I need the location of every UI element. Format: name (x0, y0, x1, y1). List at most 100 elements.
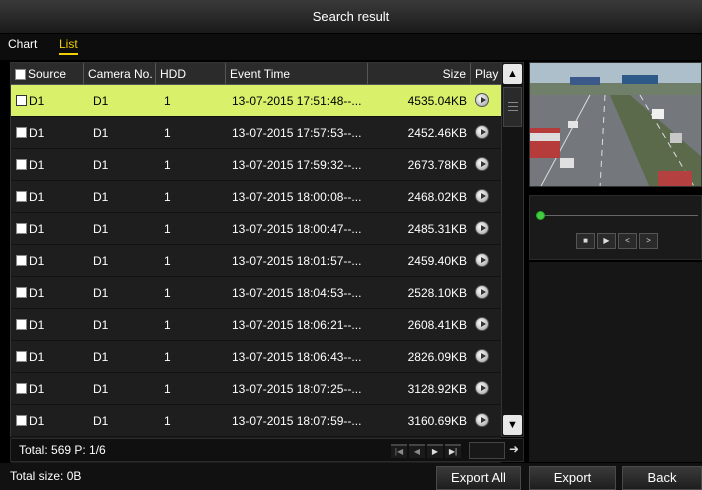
event-time-value: 13-07-2015 17:51:48--... (232, 93, 362, 108)
step-back-icon[interactable]: < (618, 233, 637, 249)
row-play (471, 117, 501, 149)
export-button[interactable]: Export (529, 466, 616, 490)
row-source: D1 (11, 245, 84, 277)
source-value: D1 (29, 221, 45, 236)
chevron-down-icon[interactable]: ▼ (503, 415, 522, 435)
page-number-input[interactable] (469, 442, 505, 459)
step-forward-icon[interactable]: > (639, 233, 658, 249)
progress-track[interactable] (540, 215, 698, 216)
row-source: D1 (11, 405, 84, 437)
vertical-scrollbar[interactable]: ▲ ▼ (501, 63, 523, 436)
source-value: D1 (29, 189, 45, 204)
size-value: 2673.78KB (407, 157, 467, 172)
header-size[interactable]: Size (368, 63, 471, 85)
row-checkbox[interactable] (16, 159, 27, 170)
row-play (471, 213, 501, 245)
row-checkbox[interactable] (16, 415, 27, 426)
hdd-value: 1 (164, 381, 171, 396)
play-circle-icon[interactable] (475, 349, 489, 364)
camera-value: D1 (93, 125, 109, 140)
row-play (471, 277, 501, 309)
size-value: 4535.04KB (407, 93, 467, 108)
table-row[interactable]: D1 D1 1 13-07-2015 17:59:32--... 2673.78KB (11, 149, 501, 181)
row-checkbox[interactable] (16, 95, 27, 106)
row-checkbox[interactable] (16, 287, 27, 298)
row-checkbox[interactable] (16, 351, 27, 362)
row-play (471, 405, 501, 437)
stop-icon[interactable]: ■ (576, 233, 595, 249)
first-page-icon[interactable]: |◀ (391, 444, 407, 458)
select-all-checkbox[interactable] (15, 68, 26, 80)
source-value: D1 (29, 93, 45, 108)
hdd-value: 1 (164, 413, 171, 428)
total-count: Total: 569 P: 1/6 (19, 443, 106, 457)
table-row[interactable]: D1 D1 1 13-07-2015 18:00:47--... 2485.31KB (11, 213, 501, 245)
row-checkbox[interactable] (16, 127, 27, 138)
row-play (471, 373, 501, 405)
row-checkbox[interactable] (16, 319, 27, 330)
table-row[interactable]: D1 D1 1 13-07-2015 18:06:43--... 2826.09KB (11, 341, 501, 373)
go-arrow-icon[interactable]: ➜ (509, 442, 519, 456)
hdd-value: 1 (164, 317, 171, 332)
play-circle-icon[interactable] (475, 381, 489, 396)
next-page-icon[interactable]: ▶ (427, 444, 443, 458)
size-value: 2608.41KB (407, 317, 467, 332)
chevron-up-icon[interactable]: ▲ (503, 64, 522, 84)
video-preview (529, 62, 702, 187)
source-value: D1 (29, 349, 45, 364)
row-checkbox[interactable] (16, 255, 27, 266)
header-play: Play (475, 67, 499, 81)
window-title: Search result (312, 9, 390, 24)
row-source: D1 (11, 181, 84, 213)
table-row[interactable]: D1 D1 1 13-07-2015 18:07:25--... 3128.92KB (11, 373, 501, 405)
row-source: D1 (11, 85, 84, 117)
table-header: Source Camera No. HDD Event Time Size Pl… (11, 63, 501, 85)
row-checkbox[interactable] (16, 223, 27, 234)
play-circle-icon[interactable] (475, 93, 489, 108)
play-circle-icon[interactable] (475, 253, 489, 268)
table-body: D1 D1 1 13-07-2015 17:51:48--... 4535.04KB D1… (11, 85, 501, 490)
header-hdd[interactable]: HDD (156, 63, 226, 85)
results-table: Source Camera No. HDD Event Time Size Pl… (10, 62, 524, 490)
play-icon[interactable]: ▶ (597, 233, 616, 249)
tab-list[interactable]: List (59, 37, 78, 55)
hdd-value: 1 (164, 253, 171, 268)
table-row[interactable]: D1 D1 1 13-07-2015 18:06:21--... 2608.41KB (11, 309, 501, 341)
camera-value: D1 (93, 221, 109, 236)
play-circle-icon[interactable] (475, 317, 489, 332)
table-row[interactable]: D1 D1 1 13-07-2015 17:57:53--... 2452.46KB (11, 117, 501, 149)
last-page-icon[interactable]: ▶| (445, 444, 461, 458)
table-row[interactable]: D1 D1 1 13-07-2015 18:04:53--... 2528.10KB (11, 277, 501, 309)
hdd-value: 1 (164, 189, 171, 204)
play-circle-icon[interactable] (475, 285, 489, 300)
prev-page-icon[interactable]: ◀ (409, 444, 425, 458)
tab-chart[interactable]: Chart (8, 37, 37, 51)
row-checkbox[interactable] (16, 383, 27, 394)
header-source[interactable]: Source (11, 63, 84, 85)
header-event-time[interactable]: Event Time (226, 63, 368, 85)
play-circle-icon[interactable] (475, 413, 489, 428)
table-row[interactable]: D1 D1 1 13-07-2015 17:51:48--... 4535.04KB (11, 85, 501, 117)
camera-value: D1 (93, 93, 109, 108)
row-source: D1 (11, 149, 84, 181)
table-row[interactable]: D1 D1 1 13-07-2015 18:01:57--... 2459.40KB (11, 245, 501, 277)
size-value: 3160.69KB (407, 413, 467, 428)
camera-value: D1 (93, 381, 109, 396)
play-circle-icon[interactable] (475, 221, 489, 236)
scrollbar-thumb[interactable] (503, 87, 522, 127)
pager-controls: |◀ ◀ ▶ ▶| (391, 444, 461, 458)
play-circle-icon[interactable] (475, 157, 489, 172)
export-all-button[interactable]: Export All (436, 466, 521, 490)
back-button[interactable]: Back (622, 466, 702, 490)
progress-knob[interactable] (536, 211, 545, 220)
table-row[interactable]: D1 D1 1 13-07-2015 18:07:59--... 3160.69KB (11, 405, 501, 437)
row-play (471, 181, 501, 213)
play-circle-icon[interactable] (475, 125, 489, 140)
header-camera-no[interactable]: Camera No. (84, 63, 156, 85)
footer-bar: Total size: 0B Export All Export Back (0, 463, 702, 490)
row-source: D1 (11, 309, 84, 341)
play-circle-icon[interactable] (475, 189, 489, 204)
row-checkbox[interactable] (16, 191, 27, 202)
table-row[interactable]: D1 D1 1 13-07-2015 18:00:08--... 2468.02KB (11, 181, 501, 213)
source-value: D1 (29, 253, 45, 268)
